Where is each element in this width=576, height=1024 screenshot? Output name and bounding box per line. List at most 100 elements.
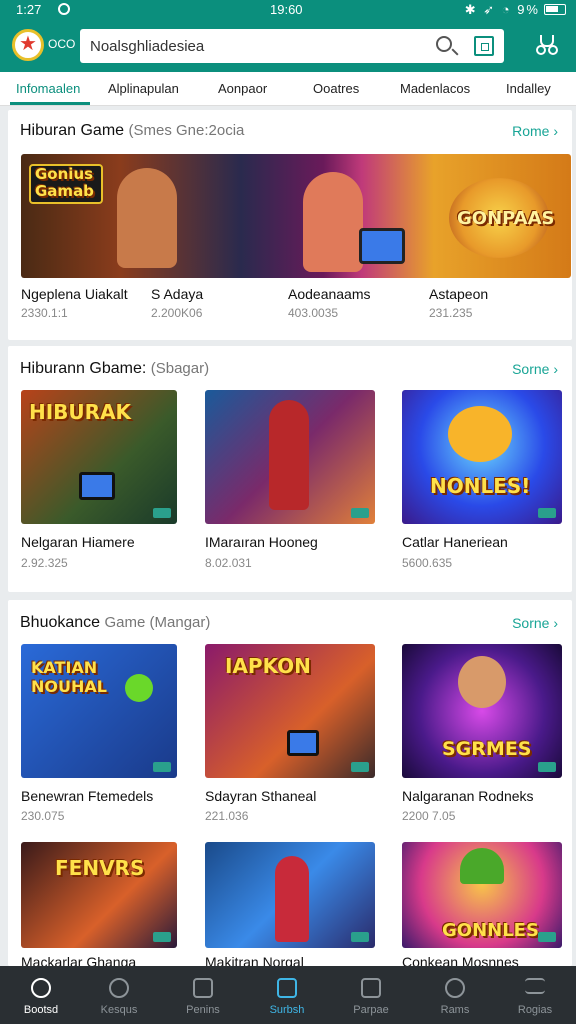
nav-label: Bootsd xyxy=(23,1004,59,1016)
see-more-link[interactable]: Sorne › xyxy=(512,361,558,377)
status-time: 1:27 xyxy=(16,2,42,17)
rating-badge xyxy=(538,762,556,772)
game-thumbnail[interactable] xyxy=(205,842,375,948)
thumbnail-art-title: HIBURAK xyxy=(29,400,132,424)
nav-item-games[interactable]: Penins xyxy=(162,966,244,1024)
battery-icon xyxy=(544,4,566,15)
card-meta: 8.02.031 xyxy=(205,556,252,570)
rating-badge xyxy=(538,508,556,518)
nav-item-chat[interactable]: Rams xyxy=(414,966,496,1024)
thumbnail-art-title: FENVRS xyxy=(55,856,145,880)
character-figure xyxy=(460,848,504,884)
featured-banner[interactable]: Gonius Gamab GONPAAS xyxy=(21,154,571,278)
section-title-text: Hiburan Game xyxy=(20,122,125,139)
card-title[interactable]: IMaraıran Hooneg xyxy=(205,534,318,550)
tab-madenlacos[interactable]: Madenlacos xyxy=(400,81,470,96)
game-thumbnail[interactable] xyxy=(205,390,375,524)
nav-label: Rams xyxy=(440,1004,470,1016)
thumbnail-art-title: SGRMES xyxy=(442,738,532,760)
card-title[interactable]: Aodeanaams xyxy=(288,286,371,302)
card-title[interactable]: Nalgaranan Rodneks xyxy=(402,788,534,804)
nav-label: Surbsh xyxy=(269,1004,305,1016)
nav-item-active[interactable]: Surbsh xyxy=(246,966,328,1024)
home-icon xyxy=(31,978,51,998)
creature-figure xyxy=(125,674,153,702)
rating-badge xyxy=(351,932,369,942)
character-figure xyxy=(448,406,512,462)
status-indicators-text: ✱ ➶ ◔ 9% xyxy=(464,2,540,17)
card-title[interactable]: Astapeon xyxy=(429,286,488,302)
nav-label: Parpae xyxy=(353,1004,389,1016)
category-tabs: Infomaalen Alplinapulan Aonpaor Ooatres … xyxy=(0,72,576,106)
house-icon xyxy=(277,978,297,998)
tablet-graphic xyxy=(287,730,319,756)
tab-informaalen[interactable]: Infomaalen xyxy=(16,81,80,96)
game-thumbnail[interactable]: KATIAN NOUHAL xyxy=(21,644,177,778)
card-title[interactable]: Ngeplena Uiakalt xyxy=(21,286,128,302)
thumbnail-art-title: GONNLES xyxy=(442,920,539,941)
see-more-link[interactable]: Rome › xyxy=(512,123,558,139)
character-figure xyxy=(303,172,363,272)
search-input[interactable]: Noalsghliadesiea xyxy=(80,29,504,63)
tab-indalley[interactable]: Indalley xyxy=(506,81,551,96)
nav-item-home[interactable]: Bootsd xyxy=(0,966,82,1024)
game-thumbnail[interactable]: SGRMES xyxy=(402,644,562,778)
section-subtitle: (Smes Gne:2ocia xyxy=(128,122,245,139)
rating-badge xyxy=(351,508,369,518)
active-tab-indicator xyxy=(10,102,90,105)
tablet-graphic xyxy=(79,472,115,500)
tab-ooatres[interactable]: Ooatres xyxy=(313,81,359,96)
game-thumbnail[interactable]: FENVRS xyxy=(21,842,177,948)
card-meta: 230.075 xyxy=(21,809,65,823)
character-figure xyxy=(458,656,506,708)
card-meta: 221.036 xyxy=(205,809,249,823)
nav-item-menu[interactable]: Rogias xyxy=(494,966,576,1024)
card-meta: 403.0035 xyxy=(288,306,339,320)
section-title: Hiburan Game (Smes Gne:2ocia xyxy=(20,122,244,140)
nav-label: Rogias xyxy=(517,1004,553,1016)
section-title: Hiburann Gbame: (Sbagar) xyxy=(20,360,209,378)
card-title[interactable]: Benewran Ftemedels xyxy=(21,788,153,804)
section-hiburann-gbame: Hiburann Gbame: (Sbagar) Sorne › HIBURAK… xyxy=(8,346,572,592)
card-title[interactable]: S Adaya xyxy=(151,286,203,302)
card-meta: 2330.1:1 xyxy=(21,306,68,320)
see-more-link[interactable]: Sorne › xyxy=(512,615,558,631)
thumbnail-art-title: IAPKON xyxy=(225,654,311,678)
nav-label: Kesqus xyxy=(100,1004,138,1016)
section-hiburan-game: Hiburan Game (Smes Gne:2ocia Rome › Goni… xyxy=(8,110,572,340)
character-figure xyxy=(275,856,309,942)
nav-item-search[interactable]: Kesqus xyxy=(78,966,160,1024)
nav-label: Penins xyxy=(186,1004,220,1016)
tab-aonpaor[interactable]: Aonpaor xyxy=(218,81,267,96)
game-thumbnail[interactable]: NONLES! xyxy=(402,390,562,524)
app-name: OCO xyxy=(48,37,76,51)
card-title[interactable]: Catlar Haneriean xyxy=(402,534,508,550)
character-figure xyxy=(269,400,309,510)
card-meta: 5600.635 xyxy=(402,556,453,570)
tab-alplinapulan[interactable]: Alplinapulan xyxy=(108,81,179,96)
apps-icon xyxy=(193,978,213,998)
card-title[interactable]: Sdayran Sthaneal xyxy=(205,788,316,804)
search-icon[interactable] xyxy=(436,36,452,52)
game-thumbnail[interactable]: GONNLES xyxy=(402,842,562,948)
scan-icon[interactable] xyxy=(474,36,494,56)
card-title[interactable]: Nelgaran Hiamere xyxy=(21,534,135,550)
app-header: OCO Noalsghliadesiea xyxy=(0,20,576,72)
nav-item-library[interactable]: Parpae xyxy=(330,966,412,1024)
card-meta: 231.235 xyxy=(429,306,473,320)
app-logo-icon[interactable] xyxy=(12,29,44,61)
status-indicators: ✱ ➶ ◔ 9% xyxy=(465,2,566,18)
chat-icon xyxy=(445,978,465,998)
game-thumbnail[interactable]: HIBURAK xyxy=(21,390,177,524)
share-icon[interactable] xyxy=(536,33,558,55)
section-subtitle: (Sbagar) xyxy=(150,360,210,377)
tablet-graphic xyxy=(359,228,405,264)
banner-right-title: GONPAAS xyxy=(457,208,555,229)
menu-icon xyxy=(525,978,545,994)
banner-left-title: Gonius Gamab xyxy=(35,165,94,200)
game-thumbnail[interactable]: IAPKON xyxy=(205,644,375,778)
rating-badge xyxy=(153,762,171,772)
rating-badge xyxy=(351,762,369,772)
section-title-text: Hiburann Gbame: xyxy=(20,360,147,377)
section-subtitle: Game (Mangar) xyxy=(104,614,211,631)
